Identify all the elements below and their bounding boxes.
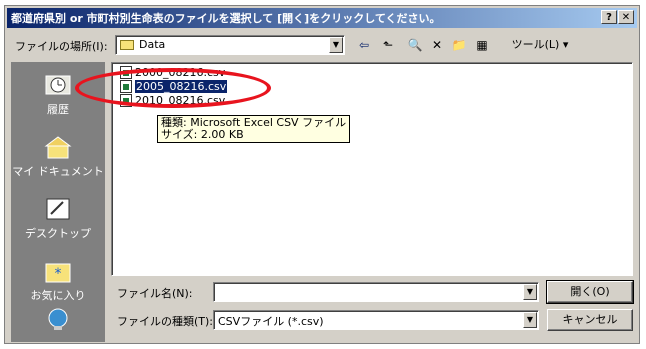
places-bar: 履歴 マイ ドキュメント デスクトップ * お気に入り (11, 62, 105, 342)
tools-label: ツール(L) (511, 38, 560, 51)
svg-text:*: * (55, 266, 62, 282)
csv-file-icon (120, 65, 132, 79)
csv-file-icon (120, 79, 132, 93)
back-icon[interactable]: ⇦ (351, 35, 377, 55)
chevron-down-icon[interactable]: ▼ (523, 284, 537, 300)
csv-file-icon (120, 93, 132, 107)
favorites-icon: * (43, 258, 73, 284)
views-icon[interactable]: ▦ (471, 35, 493, 55)
title-bar: 都道府県別 or 市町村別生命表のファイルを選択して [開く]をクリックしてくだ… (7, 8, 637, 28)
place-desktop[interactable]: デスクトップ (11, 196, 105, 241)
file-tooltip: 種類: Microsoft Excel CSV ファイル サイズ: 2.00 K… (157, 115, 351, 143)
place-label: マイ ドキュメント (12, 165, 104, 178)
chevron-down-icon[interactable]: ▼ (329, 37, 343, 53)
delete-icon[interactable]: ✕ (427, 35, 447, 55)
tools-menu[interactable]: ツール(L) ▾ (497, 35, 583, 55)
filename-label: ファイル名(N): (117, 287, 193, 300)
folder-icon (120, 39, 134, 50)
network-icon (43, 306, 73, 332)
file-item-selected[interactable]: 2005_08216.csv (120, 79, 228, 93)
desktop-icon (43, 196, 73, 222)
up-folder-icon[interactable]: ⬑ (379, 35, 397, 55)
search-web-icon[interactable]: 🔍 (405, 35, 425, 55)
chevron-down-icon[interactable]: ▼ (523, 312, 537, 328)
tooltip-size: サイズ: 2.00 KB (161, 128, 244, 141)
filetype-label: ファイルの種類(T): (117, 315, 214, 328)
place-my-documents[interactable]: マイ ドキュメント (11, 134, 105, 179)
help-button[interactable]: ? (601, 10, 617, 24)
filetype-select[interactable]: CSVファイル (*.csv) ▼ (213, 310, 539, 330)
place-label: デスクトップ (25, 227, 91, 240)
file-item[interactable]: 2000_08216.csv (120, 65, 225, 79)
history-icon (43, 72, 73, 98)
filename-input[interactable]: ▼ (213, 282, 539, 302)
cancel-button[interactable]: キャンセル (547, 309, 633, 331)
place-history[interactable]: 履歴 (11, 72, 105, 117)
look-in-label: ファイルの場所(I): (15, 40, 108, 53)
place-label: お気に入り (30, 289, 86, 302)
close-button[interactable]: ✕ (618, 10, 634, 24)
look-in-value: Data (139, 38, 166, 51)
look-in-combo[interactable]: Data ▼ (115, 35, 345, 55)
window-title: 都道府県別 or 市町村別生命表のファイルを選択して [開く]をクリックしてくだ… (11, 12, 441, 25)
open-button[interactable]: 開く(O) (546, 280, 634, 304)
file-list[interactable]: 2000_08216.csv 2005_08216.csv 2010_08216… (111, 62, 633, 276)
place-label: 履歴 (47, 103, 69, 116)
place-network[interactable] (11, 306, 105, 335)
my-documents-icon (43, 134, 73, 160)
file-open-dialog: 都道府県別 or 市町村別生命表のファイルを選択して [開く]をクリックしてくだ… (4, 5, 640, 344)
file-item[interactable]: 2010_08216.csv (120, 93, 225, 107)
new-folder-icon[interactable]: 📁 (449, 35, 469, 55)
place-favorites[interactable]: * お気に入り (11, 258, 105, 303)
